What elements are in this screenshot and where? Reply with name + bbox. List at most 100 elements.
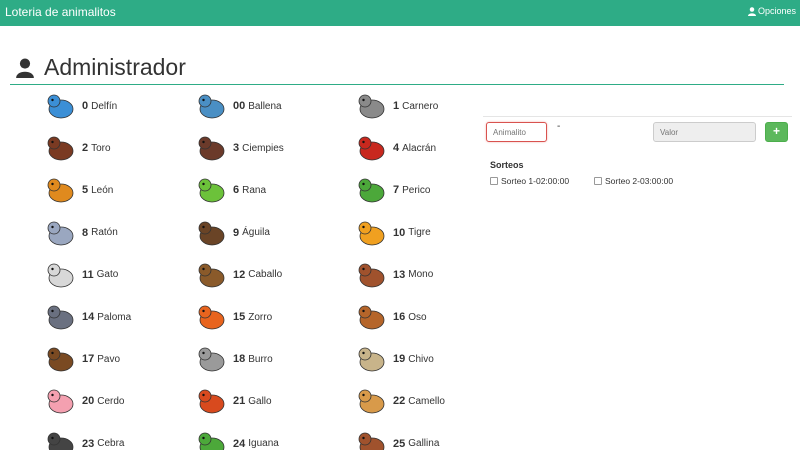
camello-icon (358, 389, 385, 414)
animal-item-caballo[interactable]: 12 Caballo (195, 257, 282, 293)
animal-item-oso[interactable]: 16 Oso (355, 299, 427, 335)
options-menu[interactable]: Opciones (747, 6, 796, 16)
sorteo-checkbox-1[interactable]: Sorteo 1-02:00:00 (490, 176, 569, 186)
animal-item-gallina[interactable]: 25 Gallina (355, 426, 439, 450)
animal-number: 17 (82, 353, 95, 366)
user-icon (747, 6, 756, 16)
cebra-icon (47, 432, 74, 450)
animal-item-cerdo[interactable]: 20 Cerdo (44, 383, 125, 419)
caballo-icon (198, 263, 225, 288)
animal-name: Toro (91, 142, 111, 154)
animal-item-burro[interactable]: 18 Burro (195, 341, 273, 377)
tigre-icon (358, 221, 385, 245)
navbar-brand[interactable]: Loteria de animalitos (5, 5, 116, 19)
animal-item-iguana[interactable]: 24 Iguana (195, 426, 279, 450)
animal-item-camello[interactable]: 22 Camello (355, 383, 445, 419)
animal-item-paloma[interactable]: 14 Paloma (44, 299, 131, 335)
animal-name: Iguana (248, 438, 279, 450)
animal-number: 00 (233, 100, 246, 112)
animal-item-leon[interactable]: 5 León (44, 172, 113, 208)
animal-name: Caballo (248, 269, 283, 281)
chivo-icon (358, 347, 385, 372)
animal-item-gato[interactable]: 11 Gato (44, 257, 118, 293)
animal-item-pavo[interactable]: 17 Pavo (44, 341, 120, 377)
animal-item-gallo[interactable]: 21 Gallo (195, 383, 272, 419)
animal-item-ballena[interactable]: 00 Ballena (195, 88, 282, 124)
animal-item-aguila[interactable]: 9 Águila (195, 215, 270, 251)
gallo-icon (198, 389, 225, 414)
animal-item-tigre[interactable]: 10 Tigre (355, 215, 431, 251)
animal-number: 8 (82, 226, 89, 239)
burro-icon (198, 347, 225, 372)
animal-number: 7 (393, 184, 400, 197)
page-header: Administrador (16, 54, 186, 81)
animal-number: 3 (233, 142, 240, 155)
animal-number: 9 (233, 226, 240, 239)
animal-number: 22 (393, 395, 406, 408)
animal-number: 12 (233, 268, 246, 281)
form-divider (483, 116, 792, 117)
leon-icon (47, 178, 74, 203)
animal-name: Mono (408, 269, 434, 281)
sorteo-label: Sorteo 2-03:00:00 (605, 176, 674, 186)
page-title: Administrador (44, 54, 186, 80)
animal-name: Delfín (91, 100, 118, 112)
animal-item-raton[interactable]: 8 Ratón (44, 215, 118, 251)
animal-item-perico[interactable]: 7 Perico (355, 172, 430, 208)
perico-icon (358, 178, 385, 203)
sorteo-label: Sorteo 1-02:00:00 (501, 176, 570, 186)
animal-number: 0 (82, 100, 89, 112)
sorteos-title: Sorteos (490, 160, 524, 170)
animal-item-alacran[interactable]: 4 Alacrán (355, 130, 436, 166)
animal-item-ciempies[interactable]: 3 Ciempies (195, 130, 284, 166)
animal-number: 19 (393, 353, 406, 366)
animal-number: 16 (393, 311, 406, 323)
ballena-icon (198, 94, 225, 119)
toro-icon (47, 136, 74, 161)
animal-name: Gallo (248, 395, 272, 407)
animal-number: 11 (82, 268, 94, 281)
animal-number: 18 (233, 353, 246, 366)
aguila-icon (198, 221, 225, 245)
animal-item-zorro[interactable]: 15 Zorro (195, 299, 272, 335)
sorteo-checkbox-2[interactable]: Sorteo 2-03:00:00 (594, 176, 673, 186)
animal-name: Zorro (248, 311, 273, 323)
animal-name: Cerdo (97, 395, 125, 407)
animal-item-chivo[interactable]: 19 Chivo (355, 341, 434, 377)
animal-name: Camello (408, 395, 445, 407)
checkbox-icon[interactable] (490, 177, 498, 185)
pavo-icon (47, 347, 74, 372)
animal-number: 4 (393, 142, 400, 155)
add-button[interactable]: + (765, 122, 788, 142)
gato-icon (47, 263, 74, 288)
animal-item-cebra[interactable]: 23 Cebra (44, 426, 125, 450)
animal-number: 15 (233, 311, 246, 323)
animal-number: 21 (233, 395, 246, 408)
animal-name: Chivo (408, 353, 434, 365)
animal-name: Carnero (402, 100, 439, 112)
animal-name: Rana (242, 184, 267, 196)
separator: - (557, 121, 561, 132)
iguana-icon (198, 432, 225, 450)
animal-number: 6 (233, 184, 240, 197)
delfin-icon (47, 94, 74, 119)
animal-item-mono[interactable]: 13 Mono (355, 257, 433, 293)
plus-icon: + (772, 124, 780, 138)
animal-name: Paloma (97, 311, 132, 323)
animal-item-toro[interactable]: 2 Toro (44, 130, 111, 166)
animalito-input[interactable] (486, 122, 547, 142)
checkbox-icon[interactable] (594, 177, 602, 185)
animal-name: León (91, 184, 114, 196)
valor-input[interactable] (653, 122, 756, 142)
animal-item-carnero[interactable]: 1 Carnero (355, 88, 438, 124)
animal-number: 24 (233, 437, 246, 450)
animal-name: Gato (96, 269, 119, 281)
animal-item-rana[interactable]: 6 Rana (195, 172, 266, 208)
ciempies-icon (198, 136, 225, 161)
header-divider (10, 84, 784, 85)
rana-icon (198, 178, 225, 203)
animal-name: Ratón (91, 227, 118, 239)
options-label: Opciones (757, 6, 796, 16)
animal-item-delfin[interactable]: 0 Delfín (44, 88, 117, 124)
animal-number: 5 (82, 184, 89, 197)
